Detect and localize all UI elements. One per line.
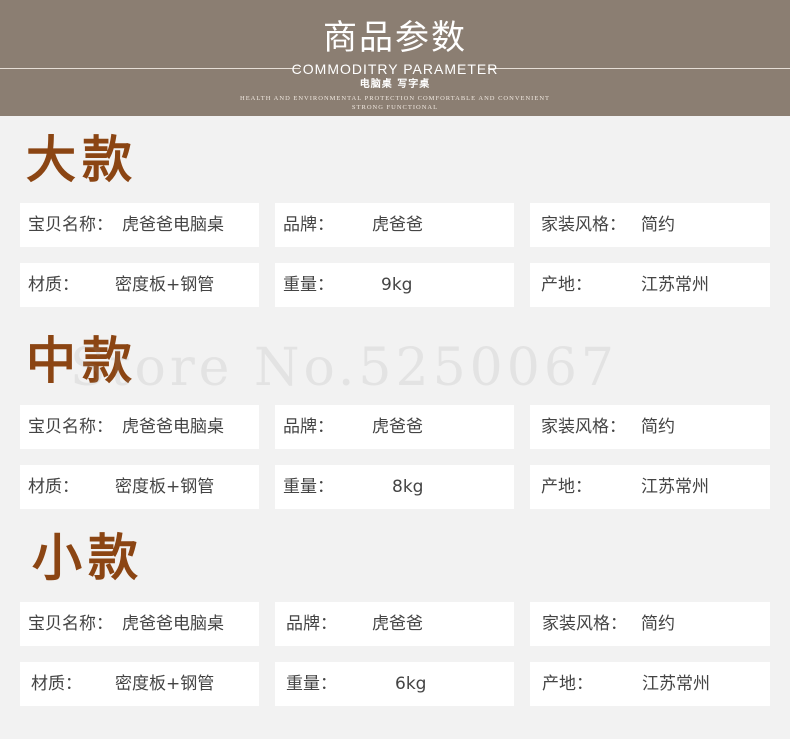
- spec-value: 虎爸爸: [372, 417, 423, 437]
- spec-value: 密度板+钢管: [115, 674, 215, 694]
- spec-cell-style: 家装风格： 简约: [530, 602, 770, 646]
- spec-value: 江苏常州: [642, 674, 710, 694]
- spec-value: 江苏常州: [641, 275, 709, 295]
- page-subtitle-en: COMMODITRY PARAMETER: [291, 61, 499, 77]
- spec-cell-brand: 品牌： 虎爸爸: [275, 203, 514, 247]
- spec-value: 简约: [641, 215, 675, 235]
- spec-label: 材质：: [28, 275, 79, 295]
- spec-label: 品牌：: [283, 417, 334, 437]
- spec-cell-style: 家装风格： 简约: [530, 405, 770, 449]
- spec-cell-material: 材质： 密度板+钢管: [20, 662, 259, 706]
- section-title-small: 小款: [32, 529, 144, 587]
- spec-value: 虎爸爸: [372, 614, 423, 634]
- page-subtitle-cn: 电脑桌 写字桌: [359, 79, 431, 90]
- spec-label: 宝贝名称：: [28, 417, 113, 437]
- spec-cell-origin: 产地： 江苏常州: [530, 465, 770, 509]
- spec-cell-style: 家装风格： 简约: [530, 203, 770, 247]
- spec-cell-brand: 品牌： 虎爸爸: [275, 602, 514, 646]
- store-watermark: Store No.5250067: [70, 338, 618, 398]
- spec-label: 产地：: [541, 275, 592, 295]
- spec-cell-weight: 重量： 9kg: [275, 263, 514, 307]
- spec-value: 简约: [641, 614, 675, 634]
- header-banner: 商品参数 COMMODITRY PARAMETER 电脑桌 写字桌 HEALTH…: [0, 0, 790, 116]
- spec-value: 简约: [641, 417, 675, 437]
- spec-value: 虎爸爸电脑桌: [122, 215, 224, 235]
- spec-value: 8kg: [392, 477, 424, 497]
- spec-value: 虎爸爸电脑桌: [122, 614, 224, 634]
- spec-value: 虎爸爸电脑桌: [122, 417, 224, 437]
- spec-cell-origin: 产地： 江苏常州: [530, 263, 770, 307]
- spec-cell-name: 宝贝名称： 虎爸爸电脑桌: [20, 203, 259, 247]
- spec-label: 宝贝名称：: [28, 215, 113, 235]
- spec-label: 品牌：: [286, 614, 337, 634]
- section-title-large: 大款: [26, 131, 138, 189]
- spec-label: 宝贝名称：: [28, 614, 113, 634]
- spec-value: 密度板+钢管: [115, 275, 215, 295]
- spec-value: 密度板+钢管: [115, 477, 215, 497]
- page-title: 商品参数: [323, 18, 467, 58]
- spec-label: 家装风格：: [541, 215, 626, 235]
- spec-cell-name: 宝贝名称： 虎爸爸电脑桌: [20, 602, 259, 646]
- spec-label: 产地：: [541, 477, 592, 497]
- spec-value: 6kg: [395, 674, 427, 694]
- spec-cell-material: 材质： 密度板+钢管: [20, 465, 259, 509]
- spec-value: 9kg: [381, 275, 413, 295]
- spec-cell-material: 材质： 密度板+钢管: [20, 263, 259, 307]
- spec-cell-weight: 重量： 6kg: [275, 662, 514, 706]
- spec-label: 家装风格：: [541, 417, 626, 437]
- spec-label: 材质：: [31, 674, 82, 694]
- spec-cell-brand: 品牌： 虎爸爸: [275, 405, 514, 449]
- spec-label: 重量：: [283, 275, 334, 295]
- spec-value: 江苏常州: [641, 477, 709, 497]
- tagline-line-2: STRONG FUNCTIONAL: [351, 104, 439, 111]
- spec-label: 产地：: [542, 674, 593, 694]
- tagline-line-1: HEALTH AND ENVIRONMENTAL PROTECTION COMF…: [240, 95, 550, 102]
- spec-label: 材质：: [28, 477, 79, 497]
- spec-label: 重量：: [286, 674, 337, 694]
- spec-cell-origin: 产地： 江苏常州: [530, 662, 770, 706]
- spec-cell-weight: 重量： 8kg: [275, 465, 514, 509]
- spec-value: 虎爸爸: [372, 215, 423, 235]
- spec-label: 品牌：: [283, 215, 334, 235]
- spec-label: 家装风格：: [542, 614, 627, 634]
- spec-cell-name: 宝贝名称： 虎爸爸电脑桌: [20, 405, 259, 449]
- tagline: HEALTH AND ENVIRONMENTAL PROTECTION COMF…: [0, 94, 790, 112]
- spec-label: 重量：: [283, 477, 334, 497]
